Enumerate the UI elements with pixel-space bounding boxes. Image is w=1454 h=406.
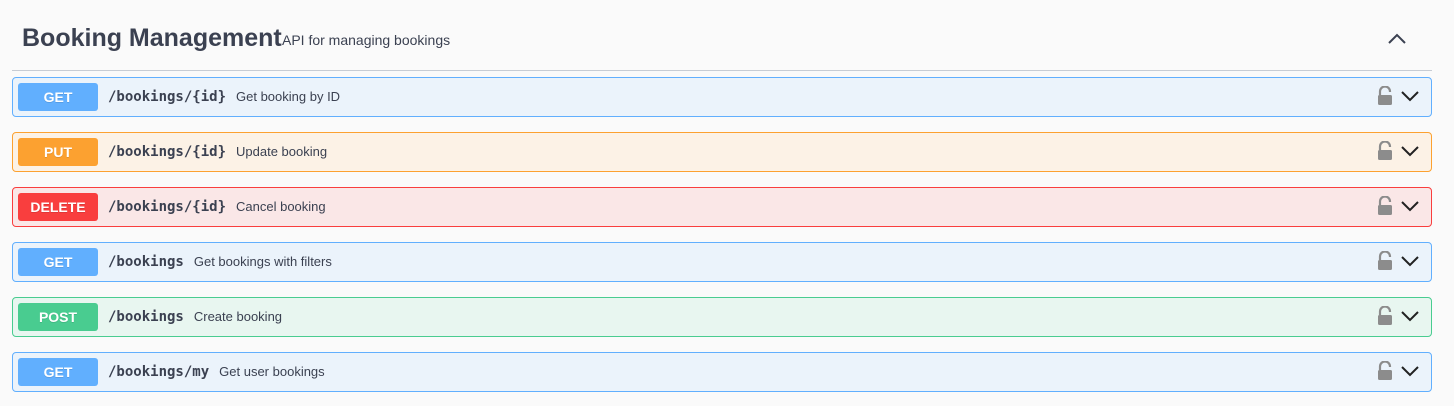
operation-path-row: /bookings/{id} Update booking: [108, 144, 327, 160]
operation-path-row: /bookings/{id} Cancel booking: [108, 199, 326, 215]
lock-icon[interactable]: [1377, 250, 1393, 271]
operation-summary: Get user bookings: [219, 364, 325, 379]
operation-summary: Get bookings with filters: [193, 254, 332, 269]
lock-icon[interactable]: [1377, 85, 1393, 106]
tag-description: API for managing bookings: [282, 32, 451, 48]
chevron-down-icon[interactable]: [1400, 198, 1420, 214]
operation-path-row: /bookings/my Get user bookings: [108, 364, 325, 380]
chevron-down-icon[interactable]: [1400, 88, 1420, 104]
operation-create-booking[interactable]: POST /bookings Create booking: [12, 297, 1432, 337]
operation-summary: Cancel booking: [236, 199, 326, 214]
operation-get-user-bookings[interactable]: GET /bookings/my Get user bookings: [12, 352, 1432, 392]
tag-header[interactable]: Booking Management API for managing book…: [12, 12, 1432, 71]
operation-path: /bookings/{id}: [108, 199, 227, 215]
lock-icon[interactable]: [1377, 305, 1393, 326]
operation-path: /bookings/{id}: [108, 89, 227, 105]
chevron-down-icon[interactable]: [1400, 308, 1420, 324]
method-badge: DELETE: [18, 193, 98, 221]
method-badge: GET: [18, 83, 98, 111]
operation-path-row: /bookings/{id} Get booking by ID: [108, 89, 340, 105]
tag-title[interactable]: Booking Management: [22, 24, 282, 53]
operation-summary: Update booking: [236, 144, 328, 159]
method-badge: GET: [18, 358, 98, 386]
lock-icon[interactable]: [1377, 360, 1393, 381]
operation-path: /bookings/my: [108, 364, 210, 380]
operation-path: /bookings: [108, 309, 184, 325]
operation-get-bookings-with-filters[interactable]: GET /bookings Get bookings with filters: [12, 242, 1432, 282]
operation-path: /bookings: [108, 254, 184, 270]
lock-icon[interactable]: [1377, 140, 1393, 161]
operation-path: /bookings/{id}: [108, 144, 227, 160]
lock-icon[interactable]: [1377, 195, 1393, 216]
operation-summary: Create booking: [193, 309, 283, 324]
method-badge: PUT: [18, 138, 98, 166]
operation-path-row: /bookings Create booking: [108, 309, 282, 325]
operation-get-booking-by-id[interactable]: GET /bookings/{id} Get booking by ID: [12, 77, 1432, 117]
operation-cancel-booking[interactable]: DELETE /bookings/{id} Cancel booking: [12, 187, 1432, 227]
chevron-down-icon[interactable]: [1400, 143, 1420, 159]
method-badge: GET: [18, 248, 98, 276]
operation-summary: Get booking by ID: [236, 89, 341, 104]
operation-path-row: /bookings Get bookings with filters: [108, 254, 332, 270]
chevron-up-icon[interactable]: [1385, 29, 1409, 49]
method-badge: POST: [18, 303, 98, 331]
chevron-down-icon[interactable]: [1400, 363, 1420, 379]
chevron-down-icon[interactable]: [1400, 253, 1420, 269]
operation-update-booking[interactable]: PUT /bookings/{id} Update booking: [12, 132, 1432, 172]
